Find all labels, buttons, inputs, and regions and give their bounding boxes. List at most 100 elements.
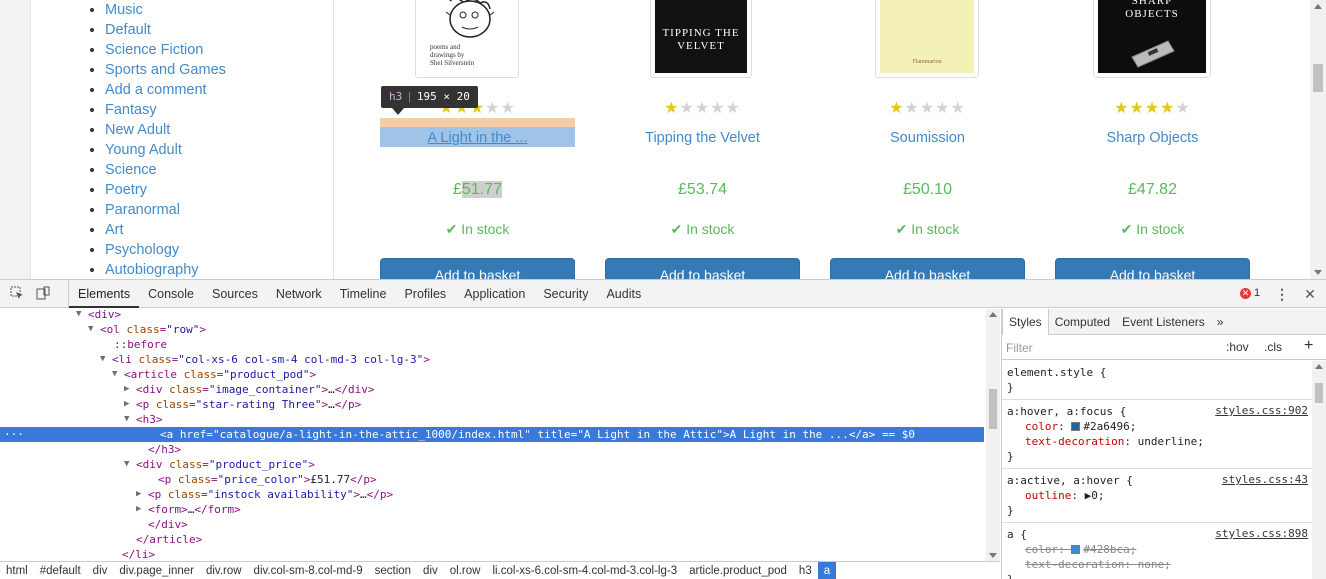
more-tabs-icon[interactable]: »	[1211, 309, 1230, 335]
scroll-up-arrow-icon[interactable]	[989, 312, 997, 317]
tab-computed[interactable]: Computed	[1049, 309, 1116, 335]
color-swatch-icon[interactable]	[1071, 545, 1081, 554]
add-rule-icon[interactable]: +	[1304, 337, 1313, 355]
dom-node[interactable]: ▼ <ol class="row">	[0, 322, 984, 337]
more-options-icon[interactable]: ⋮	[1274, 286, 1290, 302]
rule-source-link[interactable]: styles.css:902	[1215, 404, 1308, 417]
dom-node[interactable]: ▼ <div>	[0, 309, 984, 322]
category-item[interactable]: New Adult	[105, 120, 226, 140]
product-title[interactable]: A Light in the ...	[380, 130, 575, 146]
dom-node[interactable]: ▶ <p class="instock availability">…</p>	[0, 487, 984, 502]
scrollbar-thumb[interactable]	[1315, 383, 1323, 403]
expand-triangle-icon[interactable]: ▶	[136, 502, 141, 517]
category-link[interactable]: Add a comment	[105, 82, 207, 98]
category-item[interactable]: Art	[105, 220, 226, 240]
category-item[interactable]: Add a comment	[105, 80, 226, 100]
category-link[interactable]: New Adult	[105, 122, 170, 138]
dom-node[interactable]: ::before	[0, 337, 984, 352]
rule-source-link[interactable]: styles.css:898	[1215, 527, 1308, 540]
breadcrumb-item[interactable]: div	[87, 562, 114, 579]
breadcrumb-item[interactable]: li.col-xs-6.col-sm-4.col-md-3.col-lg-3	[486, 562, 683, 579]
category-item[interactable]: Autobiography	[105, 260, 226, 279]
collapse-triangle-icon[interactable]: ▼	[124, 412, 129, 427]
collapse-triangle-icon[interactable]: ▼	[112, 367, 117, 382]
category-item[interactable]: Fantasy	[105, 100, 226, 120]
dom-node[interactable]: ▶ <form>…</form>	[0, 502, 984, 517]
breadcrumb-item[interactable]: section	[369, 562, 417, 579]
tab-timeline[interactable]: Timeline	[331, 280, 396, 308]
book-cover[interactable]: poems and drawings by Shel Silverstein	[415, 0, 519, 78]
add-to-basket-button[interactable]: Add to basket	[1055, 258, 1250, 279]
color-swatch-icon[interactable]	[1071, 422, 1081, 431]
category-item[interactable]: Paranormal	[105, 200, 226, 220]
device-toolbar-icon[interactable]	[35, 286, 51, 302]
tab-elements[interactable]: Elements	[69, 280, 140, 308]
category-item[interactable]: Poetry	[105, 180, 226, 200]
dom-node[interactable]: ▶ <p class="star-rating Three">…</p>	[0, 397, 984, 412]
rule-selector[interactable]: element.style {	[1007, 365, 1308, 380]
category-link[interactable]: Fantasy	[105, 102, 157, 118]
close-icon[interactable]: ✕	[1302, 286, 1318, 302]
dom-node[interactable]: </h3>	[0, 442, 984, 457]
book-cover[interactable]: SHARP OBJECTS	[1093, 0, 1211, 78]
dom-node[interactable]: ▼ <li class="col-xs-6 col-sm-4 col-md-3 c…	[0, 352, 984, 367]
category-link[interactable]: Poetry	[105, 182, 147, 198]
dom-node[interactable]: </li>	[0, 547, 984, 561]
collapse-triangle-icon[interactable]: ▼	[76, 309, 81, 322]
tab-styles[interactable]: Styles	[1002, 309, 1049, 335]
node-actions-icon[interactable]: ···	[4, 427, 24, 442]
page-scrollbar[interactable]	[1310, 0, 1326, 279]
category-item[interactable]: Music	[105, 0, 226, 20]
book-cover[interactable]: TIPPING THE VELVET	[650, 0, 752, 78]
breadcrumb-item[interactable]: ol.row	[444, 562, 487, 579]
inspect-element-icon[interactable]	[9, 286, 25, 302]
breadcrumb-item[interactable]: div.page_inner	[113, 562, 200, 579]
add-to-basket-button[interactable]: Add to basket	[605, 258, 800, 279]
tab-security[interactable]: Security	[534, 280, 597, 308]
category-item[interactable]: Default	[105, 20, 226, 40]
tab-event-listeners[interactable]: Event Listeners	[1116, 309, 1211, 335]
styles-scrollbar[interactable]	[1312, 361, 1326, 579]
breadcrumb-item[interactable]: div	[417, 562, 444, 579]
expand-triangle-icon[interactable]: ▶	[124, 397, 129, 412]
breadcrumb-item[interactable]: a	[817, 562, 837, 579]
scroll-down-arrow-icon[interactable]	[989, 553, 997, 558]
hov-toggle[interactable]: :hov	[1226, 340, 1249, 354]
tab-profiles[interactable]: Profiles	[395, 280, 455, 308]
expand-triangle-icon[interactable]: ▶	[124, 382, 129, 397]
collapse-triangle-icon[interactable]: ▼	[88, 322, 93, 337]
dom-node[interactable]: <p class="price_color">£51.77</p>	[0, 472, 984, 487]
category-item[interactable]: Sports and Games	[105, 60, 226, 80]
scroll-up-arrow-icon[interactable]	[1315, 364, 1323, 369]
dom-node[interactable]: ▼ <h3>	[0, 412, 984, 427]
collapse-triangle-icon[interactable]: ▼	[124, 457, 129, 472]
css-declaration[interactable]: text-decoration: none;	[1007, 557, 1308, 572]
rule-source-link[interactable]: styles.css:43	[1222, 473, 1308, 486]
category-link[interactable]: Music	[105, 2, 143, 18]
category-link[interactable]: Art	[105, 222, 124, 238]
breadcrumb-item[interactable]: html	[0, 562, 34, 579]
cls-toggle[interactable]: .cls	[1264, 340, 1282, 354]
css-declaration[interactable]: color: #2a6496;	[1007, 419, 1308, 434]
add-to-basket-button[interactable]: Add to basket	[380, 258, 575, 279]
dom-node[interactable]: </div>	[0, 517, 984, 532]
styles-filter-input[interactable]	[1006, 340, 1206, 356]
selected-dom-node[interactable]: ··· <a href="catalogue/a-light-in-the-att…	[0, 427, 984, 442]
tab-application[interactable]: Application	[455, 280, 534, 308]
dom-node[interactable]: ▶ <div class="image_container">…</div>	[0, 382, 984, 397]
breadcrumb-item[interactable]: div.col-sm-8.col-md-9	[248, 562, 369, 579]
product-title[interactable]: Tipping the Velvet	[605, 130, 800, 146]
error-counter[interactable]: ✕ 1	[1240, 287, 1260, 299]
tab-sources[interactable]: Sources	[203, 280, 267, 308]
scroll-up-arrow-icon[interactable]	[1314, 4, 1322, 9]
breadcrumb-item[interactable]: div.row	[200, 562, 248, 579]
add-to-basket-button[interactable]: Add to basket	[830, 258, 1025, 279]
category-link[interactable]: Psychology	[105, 242, 179, 258]
breadcrumb-item[interactable]: article.product_pod	[683, 562, 793, 579]
category-item[interactable]: Young Adult	[105, 140, 226, 160]
breadcrumb-item[interactable]: h3	[793, 562, 818, 579]
scrollbar-thumb[interactable]	[1313, 64, 1323, 92]
category-link[interactable]: Science	[105, 162, 157, 178]
category-link[interactable]: Default	[105, 22, 151, 38]
css-declaration[interactable]: text-decoration: underline;	[1007, 434, 1308, 449]
